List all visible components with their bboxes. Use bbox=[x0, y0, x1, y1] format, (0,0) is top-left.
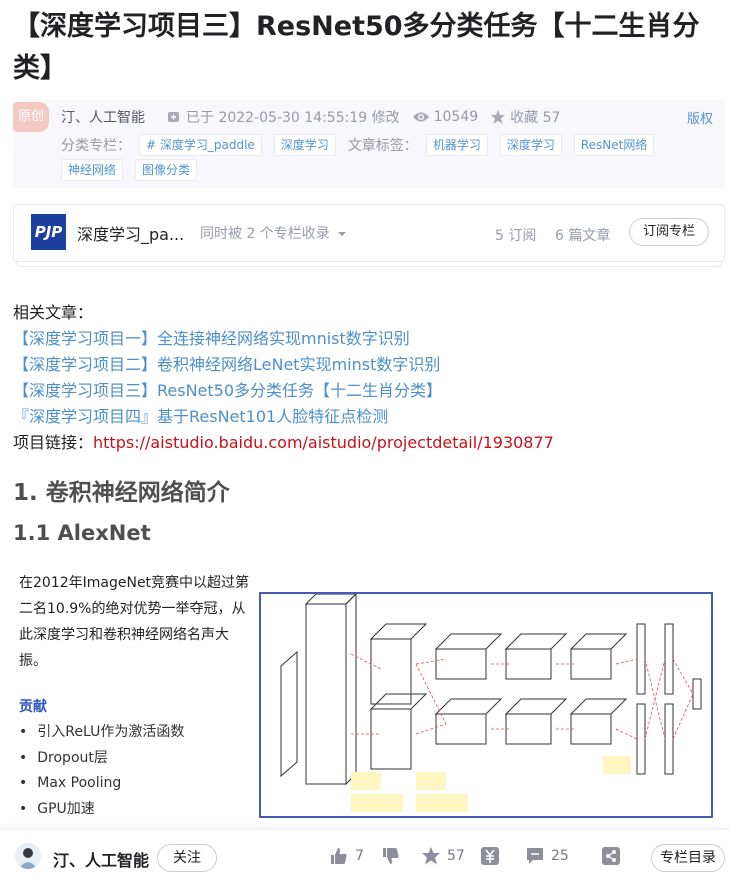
yuan-icon bbox=[481, 847, 499, 865]
section-heading: 1. 卷积神经网络简介 bbox=[13, 480, 230, 506]
star-icon bbox=[422, 847, 440, 865]
column-tag-deeplearning[interactable]: 深度学习 bbox=[273, 134, 336, 156]
comment-button[interactable]: 25 bbox=[525, 846, 569, 866]
author-avatar[interactable] bbox=[15, 843, 41, 869]
tag-deep-learning[interactable]: 深度学习 bbox=[499, 134, 562, 156]
related-label: 相关文章： bbox=[13, 303, 94, 322]
article-title: 【深度学习项目三】ResNet50多分类任务【十二生肖分类】 bbox=[13, 11, 700, 84]
list-item: GPU加速 bbox=[19, 797, 184, 823]
subscriber-count: 5 订阅 bbox=[495, 228, 537, 244]
view-count: 10549 bbox=[412, 109, 478, 125]
article-meta: 原创 汀、人工智能 已于 2022-05-30 14:55:19 修改 1054… bbox=[13, 100, 725, 188]
project-link-row: 项目链接：https://aistudio.baidu.com/aistudio… bbox=[13, 433, 554, 452]
author-link[interactable]: 汀、人工智能 bbox=[61, 107, 145, 127]
related-link-2[interactable]: 【深度学习项目二】卷积神经网络LeNet实现minst数字识别 bbox=[13, 352, 718, 378]
favorite-button[interactable]: 57 bbox=[421, 846, 465, 866]
thumbs-down-icon bbox=[383, 848, 399, 864]
tags-label: 文章标签： bbox=[347, 138, 418, 154]
related-link-4[interactable]: 『深度学习项目四』基于ResNet101人脸特征点检测 bbox=[13, 404, 718, 430]
share-button[interactable] bbox=[601, 846, 627, 866]
tag-machine-learning[interactable]: 机器学习 bbox=[425, 134, 488, 156]
caret-down-icon bbox=[338, 232, 347, 236]
list-item: Dropout层 bbox=[19, 746, 184, 772]
contrib-title: 贡献 bbox=[19, 699, 47, 715]
project-url-link[interactable]: https://aistudio.baidu.com/aistudio/proj… bbox=[93, 433, 554, 452]
column-label: 分类专栏： bbox=[61, 138, 131, 154]
original-badge: 原创 bbox=[13, 102, 49, 132]
comment-icon bbox=[527, 848, 543, 864]
column-tag-paddle[interactable]: # 深度学习_paddle bbox=[139, 134, 262, 156]
bottom-author-name[interactable]: 汀、人工智能 bbox=[53, 847, 149, 871]
reward-button[interactable] bbox=[480, 846, 506, 866]
bottom-toolbar: 汀、人工智能 关注 7 57 25 专栏目录 bbox=[0, 829, 730, 879]
column-toc-button[interactable]: 专栏目录 bbox=[651, 844, 725, 872]
alexnet-architecture-diagram bbox=[259, 592, 713, 818]
subsection-heading: 1.1 AlexNet bbox=[13, 521, 151, 545]
tag-neural-network[interactable]: 神经网络 bbox=[61, 159, 124, 181]
share-icon bbox=[602, 847, 620, 865]
column-logo[interactable]: PJP bbox=[31, 214, 66, 250]
dislike-button[interactable] bbox=[381, 846, 407, 866]
follow-button[interactable]: 关注 bbox=[157, 844, 217, 872]
edit-clock-icon bbox=[168, 112, 179, 122]
thumbs-up-icon bbox=[331, 848, 347, 864]
column-card: PJP 深度学习_pa... 同时被 2 个专栏收录 5 订阅 6 篇文章 订阅… bbox=[13, 204, 725, 267]
related-link-3[interactable]: 【深度学习项目三】ResNet50多分类任务【十二生肖分类】 bbox=[13, 378, 718, 404]
alexnet-figure: 在2012年ImageNet竞赛中以超过第二名10.9%的绝对优势一举夺冠，从此… bbox=[13, 568, 718, 823]
architecture-illustration bbox=[280, 592, 702, 812]
eye-icon bbox=[412, 112, 429, 122]
tag-image-classification[interactable]: 图像分类 bbox=[135, 159, 198, 181]
article-count: 6 篇文章 bbox=[555, 228, 611, 244]
article-body: 相关文章： 【深度学习项目一】全连接神经网络实现mnist数字识别 【深度学习项… bbox=[13, 300, 718, 456]
column-name[interactable]: 深度学习_pa... bbox=[77, 221, 192, 245]
list-item: Max Pooling bbox=[19, 771, 184, 797]
contrib-list: 引入ReLU作为激活函数 Dropout层 Max Pooling GPU加速 bbox=[19, 720, 184, 822]
star-icon bbox=[491, 110, 506, 124]
related-link-1[interactable]: 【深度学习项目一】全连接神经网络实现mnist数字识别 bbox=[13, 326, 718, 352]
subscribe-column-button[interactable]: 订阅专栏 bbox=[629, 218, 709, 246]
favorite-count[interactable]: 收藏 57 bbox=[490, 107, 560, 127]
figure-text: 在2012年ImageNet竞赛中以超过第二名10.9%的绝对优势一举夺冠，从此… bbox=[19, 575, 250, 669]
tag-resnet[interactable]: ResNet网络 bbox=[573, 134, 655, 156]
list-item: 引入ReLU作为激活函数 bbox=[19, 720, 184, 746]
also-collected-dropdown[interactable]: 同时被 2 个专栏收录 bbox=[200, 223, 347, 243]
modified-info: 已于 2022-05-30 14:55:19 修改 bbox=[167, 107, 400, 127]
like-button[interactable]: 7 bbox=[329, 846, 364, 866]
copyright-link[interactable]: 版权 bbox=[687, 108, 713, 127]
